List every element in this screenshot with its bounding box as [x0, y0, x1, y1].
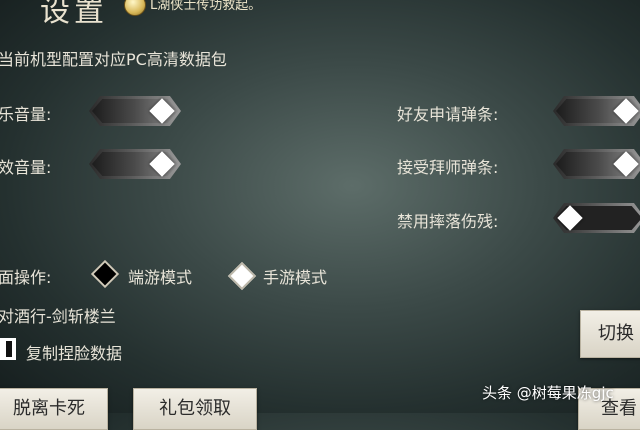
- client-mode-label[interactable]: 端游模式: [128, 264, 192, 288]
- unstuck-button-label: 脱离卡死: [13, 398, 85, 419]
- watermark: 头条 @树莓果冻gjc: [482, 382, 614, 403]
- gift-button[interactable]: 礼包领取: [133, 388, 257, 430]
- watermark-author: @树莓果冻gjc: [516, 384, 614, 402]
- sfx-volume-label: 效音量:: [0, 158, 52, 177]
- page-title: 设置: [40, 0, 108, 29]
- copy-face-checkbox[interactable]: [0, 338, 16, 360]
- music-volume-label: 乐音量:: [0, 105, 52, 124]
- music-volume-toggle[interactable]: [89, 96, 181, 126]
- client-mode-radio[interactable]: [90, 259, 120, 289]
- switch-button-label: 切换: [598, 323, 634, 344]
- header-hint: L湖侠士传功救起。: [150, 0, 262, 13]
- friend-request-toggle[interactable]: [553, 96, 640, 126]
- switch-button[interactable]: 切换: [580, 310, 640, 358]
- gift-button-label: 礼包领取: [159, 398, 231, 419]
- pc-hd-pack-label: 当前机型配置对应PC高清数据包: [0, 50, 227, 69]
- accept-master-label: 接受拜师弹条:: [397, 158, 499, 177]
- server-name: 对酒行-剑斩楼兰: [0, 307, 116, 326]
- friend-request-label: 好友申请弹条:: [397, 105, 499, 124]
- mobile-mode-label[interactable]: 手游模式: [263, 264, 327, 288]
- disable-fall-damage-toggle[interactable]: [553, 203, 640, 233]
- watermark-source: 头条: [482, 384, 513, 402]
- coin-icon: [124, 0, 146, 16]
- accept-master-toggle[interactable]: [553, 149, 640, 179]
- unstuck-button[interactable]: 脱离卡死: [0, 388, 108, 430]
- ui-operation-label: 面操作:: [0, 268, 52, 287]
- disable-fall-damage-label: 禁用摔落伤残:: [397, 212, 499, 231]
- sfx-volume-toggle[interactable]: [89, 149, 181, 179]
- mobile-mode-radio[interactable]: [227, 261, 257, 291]
- copy-face-label[interactable]: 复制捏脸数据: [26, 340, 122, 364]
